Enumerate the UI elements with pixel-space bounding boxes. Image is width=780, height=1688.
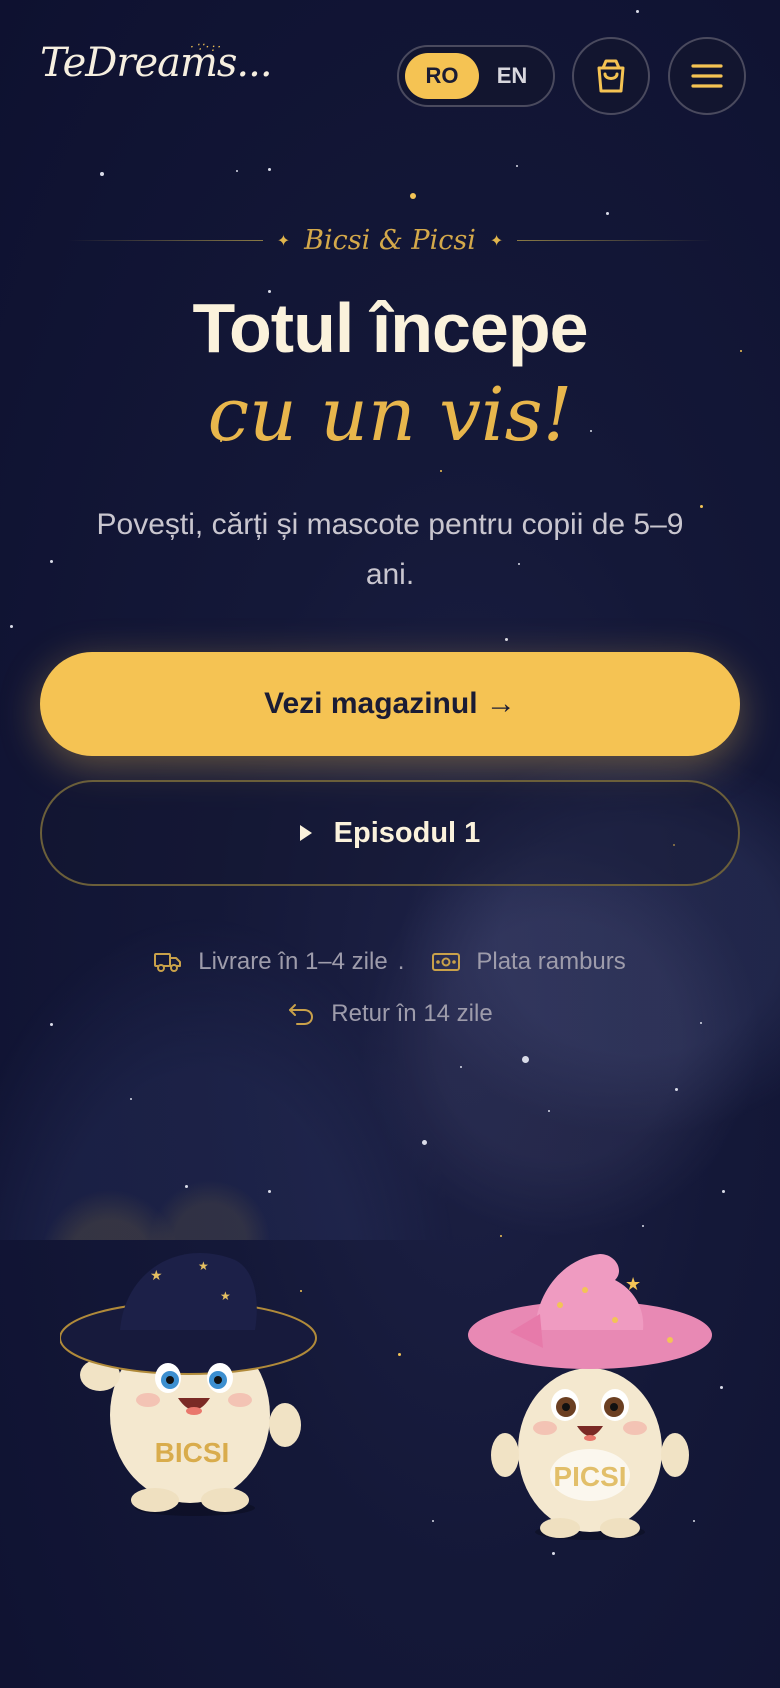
language-option-ro[interactable]: RO <box>405 53 479 99</box>
mascot-picsi: ★ PICSI <box>465 1250 715 1540</box>
perk-payment: Plata ramburs <box>432 948 626 976</box>
language-switcher: RO EN <box>397 45 555 107</box>
mascot-bicsi: ★ ★ ★ BICSI <box>59 1230 330 1520</box>
star-dot <box>552 1552 555 1555</box>
svg-text:★: ★ <box>220 1289 231 1303</box>
hamburger-menu-icon <box>691 64 723 88</box>
perk-return: Retur în 14 zile <box>287 1000 493 1028</box>
language-option-en[interactable]: EN <box>475 53 549 99</box>
star-dot <box>398 1353 401 1356</box>
return-arrow-icon <box>289 1004 314 1025</box>
sparkle-icon: ✦ <box>276 230 291 250</box>
hero-subtitle: Povești, cărți și mascote pentru copii d… <box>96 508 684 591</box>
sparkle-icon: ✦ <box>489 230 504 250</box>
star-dot <box>268 168 271 171</box>
star-dot <box>516 165 518 167</box>
play-icon <box>299 825 312 841</box>
perk-delivery: Livrare în 1–4 zile . <box>154 948 404 976</box>
star-dot <box>636 10 639 13</box>
svg-text:★: ★ <box>150 1268 163 1284</box>
logo-text: TeDreams... <box>40 40 273 86</box>
star-dot <box>606 212 609 215</box>
perks-list: Livrare în 1–4 zile . Plata ramburs Retu… <box>0 940 780 1044</box>
divider-line-right <box>517 239 713 241</box>
shopping-bag-icon <box>597 59 625 93</box>
perk-label: Retur în 14 zile <box>331 1000 493 1027</box>
svg-text:★: ★ <box>198 1259 209 1273</box>
brand-logo[interactable]: TeDreams... ·∵·:· <box>40 40 273 120</box>
truck-icon <box>154 953 182 972</box>
star-dot <box>720 1386 723 1389</box>
mascot-name-picsi: PICSI <box>553 1461 626 1492</box>
episode-1-button[interactable]: Episodul 1 <box>40 780 740 886</box>
star-dot <box>236 170 238 172</box>
star-dot <box>100 172 104 176</box>
separator-dot: . <box>397 948 405 975</box>
perk-label: Plata ramburs <box>476 948 626 975</box>
shop-button[interactable]: Vezi magazinul → <box>40 652 740 756</box>
svg-text:★: ★ <box>625 1274 641 1295</box>
mascot-name-bicsi: BICSI <box>155 1437 230 1468</box>
eyebrow-text: Bicsi & Picsi <box>304 224 476 256</box>
hero-eyebrow: ✦ Bicsi & Picsi ✦ <box>0 220 780 260</box>
cash-icon <box>432 953 461 971</box>
star-dot <box>432 1520 434 1522</box>
logo-sparkles-icon: ·∵·:· <box>190 40 224 54</box>
episode-label: Episodul 1 <box>333 816 481 849</box>
perk-label: Livrare în 1–4 zile <box>198 948 388 975</box>
hero-title-script: cu un vis! <box>207 372 573 458</box>
cart-button[interactable] <box>572 37 650 115</box>
star-dot <box>410 193 416 199</box>
hero-title: Totul începe <box>192 289 588 367</box>
divider-line-left <box>67 239 263 241</box>
menu-button[interactable] <box>668 37 746 115</box>
